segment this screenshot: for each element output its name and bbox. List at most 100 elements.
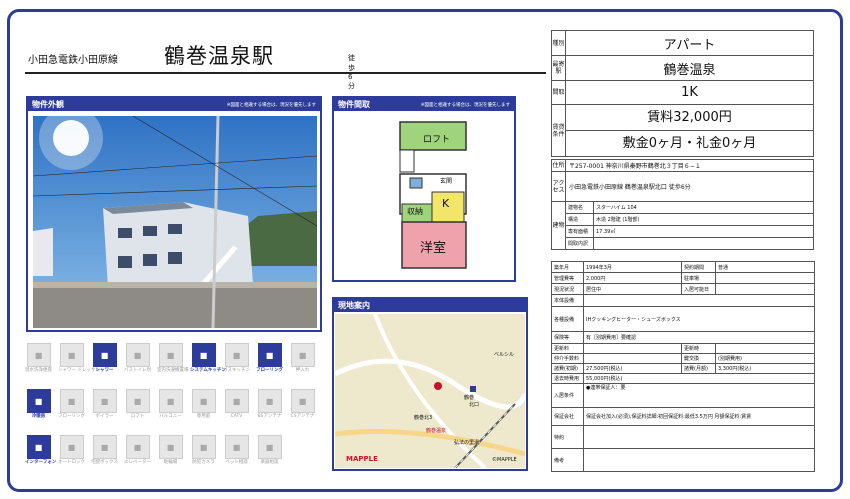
status-value: 居住中 bbox=[583, 283, 682, 295]
area-value: 17.39㎡ bbox=[593, 225, 814, 238]
train-line: 小田急電鉄小田原線 bbox=[28, 55, 118, 66]
equipment-label: シャワー ドレッサー bbox=[58, 368, 100, 373]
ins-value: 有［別期費用］要確認 bbox=[583, 331, 815, 344]
renew-label: 更新料 bbox=[551, 343, 584, 354]
built-label: 築年月 bbox=[551, 261, 584, 273]
equipment-icon: ■ bbox=[257, 435, 282, 459]
equipment-label: シャワー bbox=[95, 368, 114, 373]
equipment-label: 楽器相談 bbox=[260, 460, 279, 465]
equipment-item: ■ インターフォン bbox=[25, 435, 56, 473]
room-loft: ロフト bbox=[423, 135, 451, 145]
equipment-item: ■ ガスキッチン bbox=[223, 343, 250, 381]
contract-label: 契約期間 bbox=[681, 261, 716, 273]
map-logo: MAPPLE bbox=[346, 455, 378, 463]
station-value: 鶴巻温泉 bbox=[565, 55, 814, 81]
equipment-label: エレベーター bbox=[124, 460, 151, 465]
equipment-label: 防犯カメラ bbox=[192, 460, 215, 465]
equipment-icon: ■ bbox=[125, 343, 150, 367]
room-western: 洋室 bbox=[420, 241, 447, 256]
equipment-icon: ■ bbox=[257, 389, 282, 413]
room-storage: 収納 bbox=[407, 207, 423, 216]
equipment-icon: ■ bbox=[191, 435, 216, 459]
equipment-icon: ■ bbox=[224, 343, 249, 367]
equipment-item: ■ バストイレ別 bbox=[124, 343, 151, 381]
info-table: 種別 アパート 最寄駅 鶴巻温泉 間取 1K 賃貸条件 賃料32,000円 敷金0ヶ月・礼… bbox=[551, 30, 814, 157]
struct-value: 木造 2階建 (1階部) bbox=[593, 213, 814, 226]
equipment-label: ロフト bbox=[130, 414, 145, 419]
photo-panel: 物件外観 ※図面と相違する場合は、現況を優先します bbox=[26, 96, 322, 332]
equipment-label: 冷暖房 bbox=[31, 414, 46, 419]
equipment-item: ■ 駐輪場 bbox=[157, 435, 184, 473]
equipment-icon: ■ bbox=[290, 343, 315, 367]
monthly-value: 3,300円(税込) bbox=[715, 363, 815, 374]
equipment-item: ■ バルコニー bbox=[157, 389, 184, 427]
key-value: (別期費用) bbox=[715, 353, 815, 364]
photo-title: 物件外観 bbox=[32, 100, 64, 109]
map-label-4: 鶴巻 bbox=[464, 395, 475, 401]
equipment-item: ■ ボイラー bbox=[91, 389, 118, 427]
leave-label: 退去時費用 bbox=[551, 373, 584, 384]
remarks-label: 備考 bbox=[551, 448, 584, 472]
map-label-5: 北口 bbox=[469, 402, 480, 408]
map-label-1: 鶴巻北3 bbox=[414, 415, 433, 421]
equipment-icon: ■ bbox=[158, 389, 183, 413]
equipment-item: ■ BSアンテナ bbox=[256, 389, 283, 427]
equipment-item: ■ 専用庭 bbox=[190, 389, 217, 427]
mgmt-label: 管理費等 bbox=[551, 272, 584, 284]
equipment-label: バストイレ別 bbox=[124, 368, 151, 373]
struct-label: 構造 bbox=[565, 213, 594, 226]
renew-value bbox=[583, 343, 682, 354]
equipment-label: ガスキッチン bbox=[223, 368, 250, 373]
equipment-item: ■ エレベーター bbox=[124, 435, 151, 473]
parking-value bbox=[715, 272, 815, 284]
station-label: 最寄駅 bbox=[551, 55, 566, 81]
equipment-icon: ■ bbox=[224, 389, 249, 413]
equipment-label: 宅配ボックス bbox=[91, 460, 118, 465]
equipment-item: ■ フローリング bbox=[256, 343, 283, 381]
map-title: 現地案内 bbox=[338, 301, 370, 310]
equipment-label: 駐輪場 bbox=[163, 460, 178, 465]
equipment-icon: ■ bbox=[290, 389, 315, 413]
equipment-item: ■ 室内洗濯機置場 bbox=[157, 343, 189, 381]
movein-value bbox=[715, 283, 815, 295]
broker-value bbox=[583, 353, 682, 364]
equipment-item: ■ シャワー ドレッサー bbox=[58, 343, 100, 381]
equipment-icon: ■ bbox=[92, 343, 117, 367]
rent-value: 賃料32,000円 bbox=[566, 105, 813, 131]
key-label: 鍵交換 bbox=[681, 353, 716, 364]
equipment-icon: ■ bbox=[26, 343, 51, 367]
initial-value: 27,500円(税込) bbox=[583, 363, 682, 374]
equipment-icon: ■ bbox=[59, 389, 84, 413]
special-label: 特約 bbox=[551, 425, 584, 449]
access-label: アクセス bbox=[551, 171, 566, 202]
dir-label: 間取内訳 bbox=[565, 237, 594, 250]
equipment-item: ■ ペット相談 bbox=[223, 435, 250, 473]
equipment-item: ■ 宅配ボックス bbox=[91, 435, 118, 473]
other-value: IHクッキングヒーター・シューズボックス bbox=[583, 306, 815, 332]
equipment-icon: ■ bbox=[59, 435, 84, 459]
remarks-value bbox=[583, 448, 815, 472]
address-label: 住所 bbox=[551, 159, 566, 172]
renew2-label: 更新時 bbox=[681, 343, 716, 354]
equipment-item: ■ 押入れ bbox=[289, 343, 316, 381]
equipment-icon: ■ bbox=[257, 343, 282, 367]
equipment-item: ■ 温水洗浄便座 bbox=[25, 343, 52, 381]
equipment-label: CATV bbox=[230, 414, 243, 419]
equipment-label: CSアンテナ bbox=[290, 414, 315, 419]
equipment-label: バルコニー bbox=[159, 414, 182, 419]
equipment-icon: ■ bbox=[92, 435, 117, 459]
equipment-item: ■ ロフト bbox=[124, 389, 151, 427]
other-label: 各種設備 bbox=[551, 306, 584, 332]
layout-label: 間取 bbox=[551, 80, 566, 105]
page-header: 小田急電鉄小田原線 鶴巻温泉駅 徒歩6分 bbox=[25, 38, 355, 90]
floorplan-panel: 物件間取 ※図面と相違する場合は、現況を優先します ロフト 玄関 収納 K 洋室 bbox=[332, 96, 516, 282]
building-label: 建物 bbox=[551, 201, 566, 250]
contract-value: 普通 bbox=[715, 261, 815, 273]
equipment-item: ■ フローリング bbox=[58, 389, 85, 427]
renew2-value bbox=[715, 343, 815, 354]
equipment-icon: ■ bbox=[191, 343, 216, 367]
equipment-icon: ■ bbox=[191, 389, 216, 413]
station-name: 鶴巻温泉駅 bbox=[164, 44, 274, 68]
equipment-item: ■ CATV bbox=[223, 389, 250, 427]
header-rule bbox=[320, 72, 546, 74]
